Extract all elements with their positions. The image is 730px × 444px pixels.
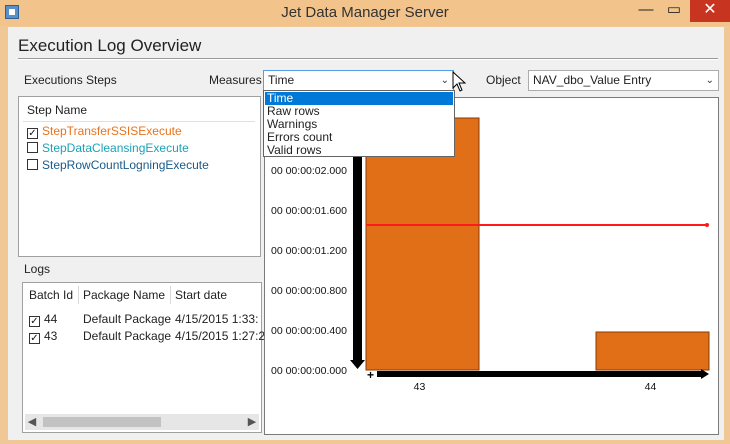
- logs-label: Logs: [24, 262, 51, 276]
- client-area: Execution Log Overview Executions Steps …: [8, 27, 724, 440]
- package-cell: Default Package: [83, 329, 172, 343]
- y-tick-label: 00 00:00:01.600: [271, 205, 347, 217]
- mouse-cursor-icon: [452, 71, 466, 92]
- horizontal-scrollbar[interactable]: ◀ ▶: [25, 414, 259, 430]
- measures-select[interactable]: Time ⌄: [263, 70, 454, 91]
- x-axis-bar: [377, 371, 703, 377]
- batch-id-cell: 43: [44, 329, 58, 343]
- maximize-button[interactable]: ▭: [660, 0, 688, 22]
- page-title: Execution Log Overview: [18, 36, 202, 55]
- step-item-cleansing[interactable]: StepDataCleansingExecute: [27, 141, 189, 157]
- steps-label: Executions Steps: [24, 73, 117, 87]
- y-tick-label: 00 00:00:00.800: [271, 285, 347, 297]
- bar: [595, 331, 710, 371]
- object-select[interactable]: NAV_dbo_Value Entry ⌄: [528, 70, 719, 91]
- y-tick-label: 00 00:00:02.000: [271, 165, 347, 177]
- minimize-button[interactable]: —: [632, 0, 660, 22]
- start-date-cell: 4/15/2015 1:27:2: [175, 329, 266, 343]
- step-label: StepRowCountLogningExecute: [42, 158, 209, 172]
- app-window: Jet Data Manager Server — ▭ ✕ Execution …: [0, 0, 730, 444]
- zoom-out-icon: −: [377, 367, 384, 381]
- start-date-cell: 4/15/2015 1:33:: [175, 312, 259, 326]
- chevron-down-icon[interactable]: ⌄: [441, 71, 449, 90]
- batch-id-cell: 44: [44, 312, 58, 326]
- step-label: StepDataCleansingExecute: [42, 141, 189, 155]
- scroll-right-icon[interactable]: ▶: [245, 415, 259, 428]
- checkbox[interactable]: [27, 142, 38, 153]
- checkbox[interactable]: ✓: [27, 128, 38, 139]
- object-label: Object: [486, 73, 521, 87]
- zoom-in-icon: +: [367, 368, 374, 382]
- measures-label: Measures: [209, 73, 262, 87]
- checkbox[interactable]: [27, 159, 38, 170]
- package-cell: Default Package: [83, 312, 172, 326]
- table-row[interactable]: ✓ 44 Default Package 4/15/2015 1:33:: [29, 312, 259, 328]
- y-tick-label: 00 00:00:00.400: [271, 325, 347, 337]
- close-button[interactable]: ✕: [690, 0, 730, 22]
- steps-panel: Step Name ✓ StepTransferSSISExecute StepD…: [18, 96, 261, 257]
- checkbox[interactable]: ✓: [29, 333, 40, 344]
- chevron-down-icon[interactable]: ⌄: [706, 71, 714, 90]
- option-valid-rows[interactable]: Valid rows: [265, 144, 453, 157]
- column-header-batch-id[interactable]: Batch Id: [29, 283, 73, 307]
- x-tick-label: 43: [414, 381, 426, 393]
- y-tick-label: 00 00:00:00.000: [271, 365, 347, 377]
- title-bar: Jet Data Manager Server — ▭ ✕: [0, 0, 730, 26]
- logs-table: Batch Id Package Name Start date ✓ 44 Def…: [22, 282, 265, 433]
- scrollbar-thumb[interactable]: [43, 417, 161, 427]
- column-header-start-date[interactable]: Start date: [175, 283, 227, 307]
- reference-line-end: [705, 223, 709, 227]
- y-tick-label: 00 00:00:01.200: [271, 245, 347, 257]
- steps-column-header[interactable]: Step Name: [27, 103, 87, 117]
- column-header-package-name[interactable]: Package Name: [83, 283, 165, 307]
- scroll-left-icon[interactable]: ◀: [25, 415, 39, 428]
- measures-dropdown-list: Time Raw rows Warnings Errors count Vali…: [263, 90, 455, 157]
- window-title: Jet Data Manager Server: [281, 4, 449, 21]
- measures-value: Time: [268, 73, 295, 87]
- checkbox[interactable]: ✓: [29, 316, 40, 327]
- x-tick-label: 44: [645, 381, 657, 393]
- step-label: StepTransferSSISExecute: [42, 124, 182, 138]
- table-row[interactable]: ✓ 43 Default Package 4/15/2015 1:27:2: [29, 329, 265, 345]
- object-value: NAV_dbo_Value Entry: [533, 73, 652, 87]
- step-item-rowcount[interactable]: StepRowCountLogningExecute: [27, 158, 209, 174]
- step-item-transfer[interactable]: ✓ StepTransferSSISExecute: [27, 124, 182, 140]
